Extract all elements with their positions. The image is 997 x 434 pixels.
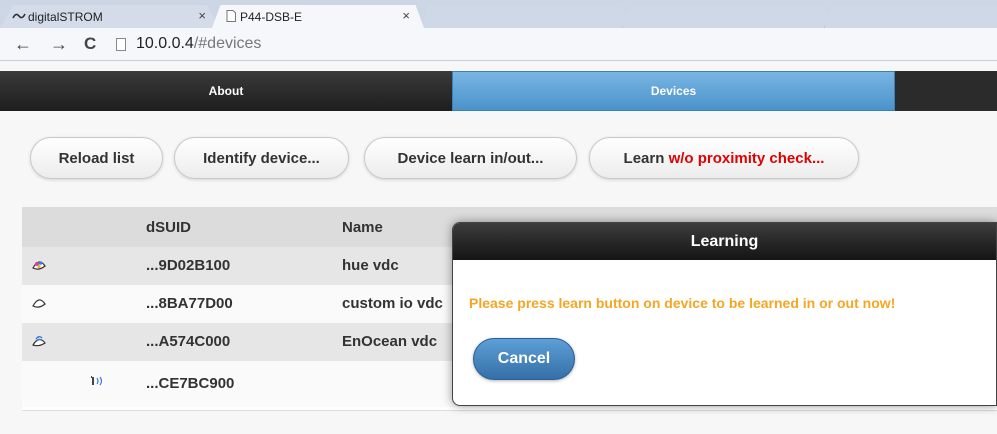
learn-no-proximity-button[interactable]: Learn w/o proximity check...	[589, 137, 859, 179]
hue-icon	[32, 261, 46, 270]
sensor-icon	[91, 376, 103, 386]
address-bar: ← → C 10.0.0.4/#devices	[0, 28, 997, 61]
reload-icon[interactable]: C	[84, 34, 96, 54]
close-tab-icon[interactable]: ×	[402, 8, 410, 23]
dsuid-cell: ...9D02B100	[146, 257, 231, 274]
tab-devices[interactable]: Devices	[452, 71, 895, 111]
name-cell: hue vdc	[342, 257, 399, 274]
app-navbar: About Devices	[0, 71, 997, 111]
browser-tab-p44[interactable]: P44-DSB-E ×	[212, 5, 424, 28]
url-path: /#devices	[193, 35, 262, 52]
dsuid-cell: ...8BA77D00	[146, 295, 233, 312]
name-cell: EnOcean vdc	[342, 333, 438, 350]
browser-tab-empty[interactable]	[824, 5, 997, 28]
browser-tab-empty[interactable]	[622, 5, 832, 28]
reload-list-button[interactable]: Reload list	[30, 137, 163, 179]
column-header-name[interactable]: Name	[342, 219, 383, 236]
name-cell: custom io vdc	[342, 295, 443, 312]
close-tab-icon[interactable]: ×	[198, 8, 206, 23]
page-icon	[226, 10, 236, 22]
browser-tab-empty[interactable]	[420, 5, 630, 28]
browser-tab-label: P44-DSB-E	[240, 9, 303, 24]
column-header-dsuid[interactable]: dSUID	[146, 219, 191, 236]
identify-device-button[interactable]: Identify device...	[174, 137, 349, 179]
learning-dialog: Learning Please press learn button on de…	[452, 222, 997, 406]
url-host: 10.0.0.4	[136, 35, 194, 52]
device-learn-button[interactable]: Device learn in/out...	[364, 137, 577, 179]
enocean-icon	[32, 336, 46, 347]
cancel-button[interactable]: Cancel	[473, 338, 575, 380]
custom-io-icon	[32, 299, 46, 308]
dialog-title: Learning	[453, 223, 996, 260]
dialog-message: Please press learn button on device to b…	[469, 295, 896, 311]
browser-tab-label: digitalSTROM	[28, 9, 103, 24]
tab-about[interactable]: About	[0, 71, 452, 111]
proximity-warning-label: w/o proximity check...	[668, 149, 825, 167]
browser-tab-digitalstrom[interactable]: digitalSTROM ×	[0, 5, 220, 28]
dsuid-cell: ...CE7BC900	[146, 375, 235, 392]
page-icon	[116, 38, 126, 51]
url-field[interactable]: 10.0.0.4/#devices	[136, 35, 261, 53]
browser-tabstrip: digitalSTROM × P44-DSB-E ×	[0, 0, 997, 28]
forward-arrow-icon[interactable]: →	[50, 34, 68, 54]
back-arrow-icon[interactable]: ←	[14, 34, 32, 54]
wave-icon	[12, 13, 26, 19]
learn-label: Learn	[623, 149, 669, 167]
dsuid-cell: ...A574C000	[146, 333, 231, 350]
